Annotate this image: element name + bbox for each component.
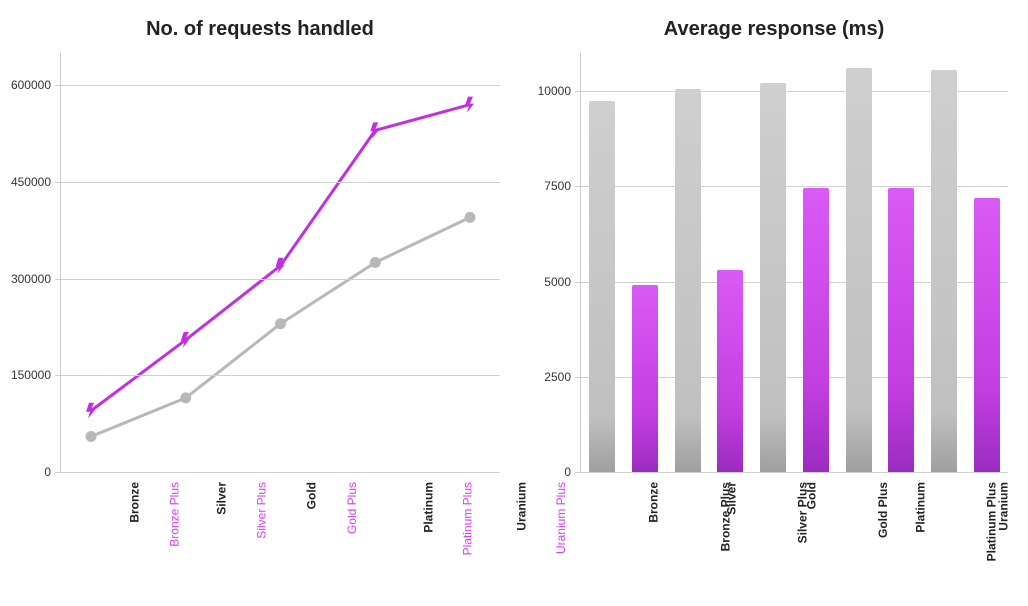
y-tick-label: 0 [1, 465, 51, 479]
gridline [55, 85, 500, 86]
x-tick-label: Platinum [913, 482, 927, 533]
bar-base [931, 70, 957, 472]
line-marker-circle [180, 392, 191, 403]
bar-base [846, 68, 872, 472]
y-tick-label: 7500 [521, 179, 571, 193]
bar-base [760, 83, 786, 472]
line-marker-bolt-icon [465, 97, 474, 113]
x-tick-label: Gold Plus [876, 482, 890, 538]
y-tick-label: 10000 [521, 84, 571, 98]
line-marker-bolt-icon [181, 332, 190, 348]
x-tick-label: Gold [304, 482, 318, 509]
y-tick-label: 450000 [1, 175, 51, 189]
line-marker-circle [465, 212, 476, 223]
x-tick-label: Silver [214, 482, 228, 515]
x-tick-label: Gold [804, 482, 818, 509]
x-tick-label: Platinum [422, 482, 436, 533]
bar-chart-panel: Average response (ms) 025005000750010000… [520, 0, 1028, 606]
bar-plus [632, 285, 658, 472]
x-tick-label: Silver [724, 482, 738, 515]
line-series [91, 105, 470, 411]
gridline [55, 279, 500, 280]
x-tick-label-plus: Bronze Plus [168, 482, 182, 547]
line-marker-circle [86, 431, 97, 442]
y-tick-label: 150000 [1, 368, 51, 382]
bar-base [589, 101, 615, 472]
x-tick-label-plus: Platinum Plus [461, 482, 475, 555]
bar-plus [974, 198, 1000, 472]
x-tick-label: Bronze [647, 482, 661, 523]
x-tick-label: Uranium [997, 482, 1011, 531]
line-chart-svg [61, 53, 500, 472]
line-marker-circle [275, 318, 286, 329]
line-chart-panel: No. of requests handled 0150000300000450… [0, 0, 520, 606]
y-tick-label: 0 [521, 465, 571, 479]
line-marker-bolt-icon [86, 403, 95, 419]
bar-plus [803, 188, 829, 472]
y-tick-label: 2500 [521, 370, 571, 384]
y-tick-label: 600000 [1, 78, 51, 92]
gridline [55, 375, 500, 376]
bar-chart-title: Average response (ms) [520, 18, 1028, 41]
bar-base [675, 89, 701, 472]
line-chart-title: No. of requests handled [0, 18, 520, 41]
gridline [55, 182, 500, 183]
y-tick-label: 5000 [521, 275, 571, 289]
line-chart-area: 0150000300000450000600000BronzeBronze Pl… [60, 53, 500, 473]
line-marker-circle [370, 257, 381, 268]
gridline [55, 472, 500, 473]
x-tick-label-plus: Silver Plus [254, 482, 268, 539]
x-tick-label: Bronze [128, 482, 142, 523]
bar-chart-area: 025005000750010000BronzeBronze PlusSilve… [580, 53, 1008, 473]
y-tick-label: 300000 [1, 272, 51, 286]
gridline [575, 472, 1008, 473]
bar-plus [888, 188, 914, 472]
bar-plus [717, 270, 743, 472]
x-tick-label-plus: Gold Plus [345, 482, 359, 534]
